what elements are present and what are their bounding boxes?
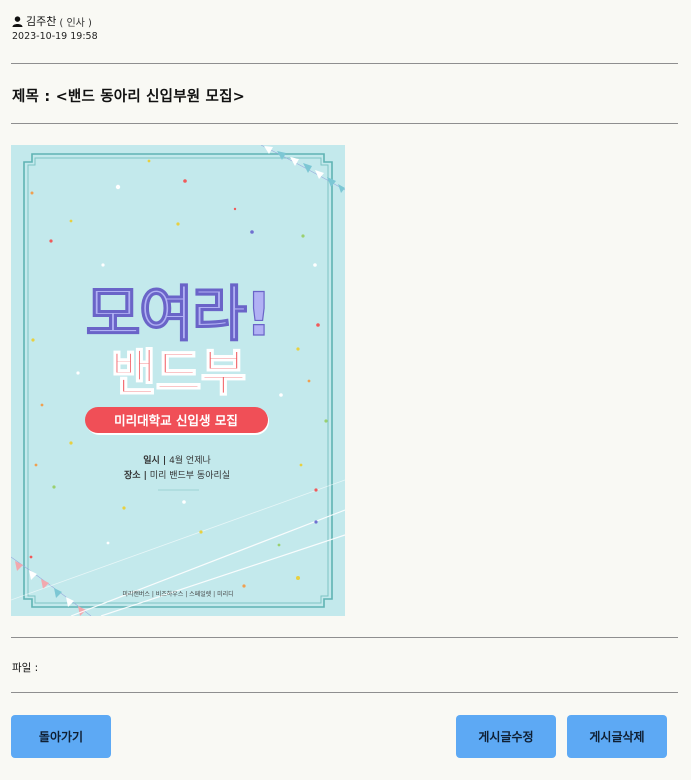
- edit-post-button[interactable]: 게시글수정: [456, 715, 556, 758]
- author-name: 김주찬: [26, 15, 57, 28]
- author-dept: ( 인사 ): [59, 17, 92, 29]
- poster-place-label: 장소 |: [124, 469, 147, 481]
- post-date: 2023-10-19 19:58: [12, 31, 98, 42]
- divider: [11, 123, 678, 124]
- poster-headline2: 밴드부: [111, 344, 246, 402]
- post-title: 제목 : <밴드 동아리 신입부원 모집>: [12, 89, 245, 105]
- divider: [11, 637, 678, 638]
- divider: [11, 692, 678, 693]
- poster-banner: 미리대학교 신입생 모집: [114, 413, 238, 428]
- file-label: 파일 :: [12, 662, 39, 674]
- delete-post-button[interactable]: 게시글삭제: [567, 715, 667, 758]
- author-info: 김주찬 ( 인사 ): [12, 13, 92, 29]
- poster-footer: 미리캔버스 | 비즈하우스 | 스페일렛 | 미리디: [122, 590, 233, 598]
- user-icon: [12, 15, 23, 27]
- poster-image: 모여라! 밴드부 미리대학교 신입생 모집 일시 | 4월 언제나 장소 | 미…: [11, 145, 345, 616]
- back-button[interactable]: 돌아가기: [11, 715, 111, 758]
- svg-text:일시 | 4월 언제나: 일시 | 4월 언제나: [143, 454, 211, 466]
- poster-when-value: 4월 언제나: [166, 454, 211, 466]
- poster-when-label: 일시 |: [143, 454, 166, 466]
- svg-text:장소 | 미리 밴드부 동아리실: 장소 | 미리 밴드부 동아리실: [124, 469, 230, 481]
- poster-place-value: 미리 밴드부 동아리실: [147, 470, 230, 481]
- poster-headline1: 모여라!: [86, 280, 271, 350]
- divider: [11, 63, 678, 64]
